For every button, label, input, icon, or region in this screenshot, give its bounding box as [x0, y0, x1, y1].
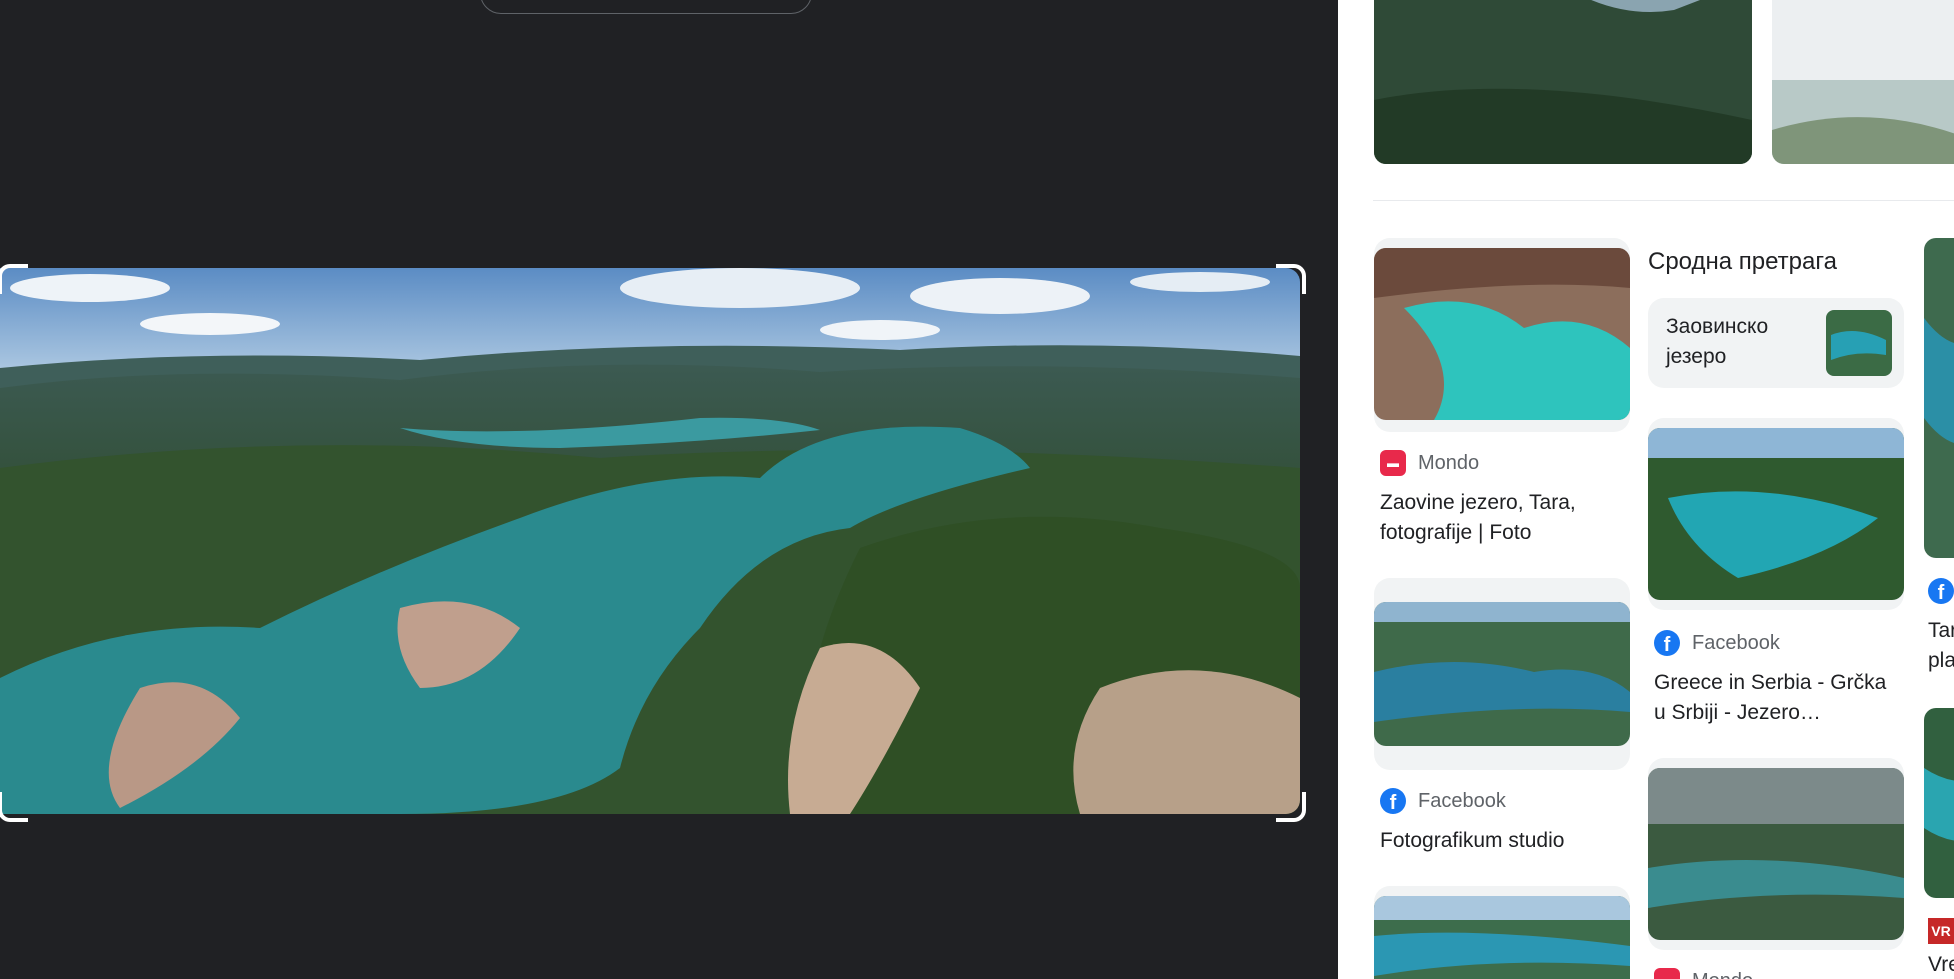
image-viewer [0, 0, 1338, 979]
result-source-label: Mondo [1692, 970, 1753, 979]
related-search-chip[interactable]: Заовинско језеро [1648, 298, 1904, 388]
main-preview-image[interactable] [0, 268, 1300, 814]
result-thumbnail[interactable] [1374, 602, 1630, 746]
result-source[interactable]: f Facebook [1380, 788, 1506, 814]
result-thumbnail[interactable] [1374, 0, 1752, 164]
search-pill[interactable] [480, 0, 812, 14]
facebook-icon: f [1928, 578, 1954, 604]
section-divider [1373, 200, 1954, 201]
result-title[interactable]: Fotografikum studio [1380, 826, 1620, 856]
crop-handle-bottom-left[interactable] [0, 792, 28, 822]
result-source[interactable]: f [1928, 578, 1954, 604]
result-thumbnail[interactable] [1924, 708, 1954, 898]
result-source[interactable]: f Facebook [1654, 630, 1780, 656]
result-thumbnail[interactable] [1924, 238, 1954, 558]
crop-handle-bottom-right[interactable] [1276, 792, 1306, 822]
mondo-icon: ▬ [1380, 450, 1406, 476]
related-search-label: Заовинско језеро [1666, 315, 1769, 368]
related-search-heading: Сродна претрага [1648, 248, 1837, 275]
result-source-label: Mondo [1418, 451, 1480, 474]
result-source[interactable]: ▬ Mondo [1380, 450, 1479, 476]
result-thumbnail[interactable] [1648, 428, 1904, 600]
result-source-label: Facebook [1692, 631, 1780, 654]
result-title[interactable]: Zaovine jezero, Tara, fotografije | Foto [1380, 488, 1620, 548]
result-source-label: Facebook [1418, 789, 1506, 812]
crop-handle-top-left[interactable] [0, 264, 28, 294]
related-search-thumbnail [1826, 310, 1892, 376]
results-panel: ▬ Mondo Zaovine jezero, Tara, fotografij… [1338, 0, 1954, 979]
result-title[interactable]: Vre [1928, 950, 1954, 979]
result-thumbnail[interactable] [1648, 768, 1904, 940]
facebook-icon: f [1380, 788, 1406, 814]
result-source[interactable]: ▬ Mondo [1654, 968, 1753, 979]
mondo-icon: ▬ [1654, 968, 1680, 979]
result-thumbnail[interactable] [1374, 248, 1630, 420]
result-title-text: Greece in Serbia - Grčka u Srbiji - Jeze… [1654, 671, 1887, 724]
result-title[interactable]: Greece in Serbia - Grčka u Srbiji - Jeze… [1654, 668, 1896, 728]
facebook-icon: f [1654, 630, 1680, 656]
result-source[interactable]: VR [1928, 918, 1954, 944]
result-thumbnail[interactable] [1772, 0, 1954, 164]
crop-handle-top-right[interactable] [1276, 264, 1306, 294]
vr-icon: VR [1928, 918, 1954, 944]
result-title[interactable]: Tar pla [1928, 616, 1954, 676]
result-thumbnail[interactable] [1374, 896, 1630, 979]
